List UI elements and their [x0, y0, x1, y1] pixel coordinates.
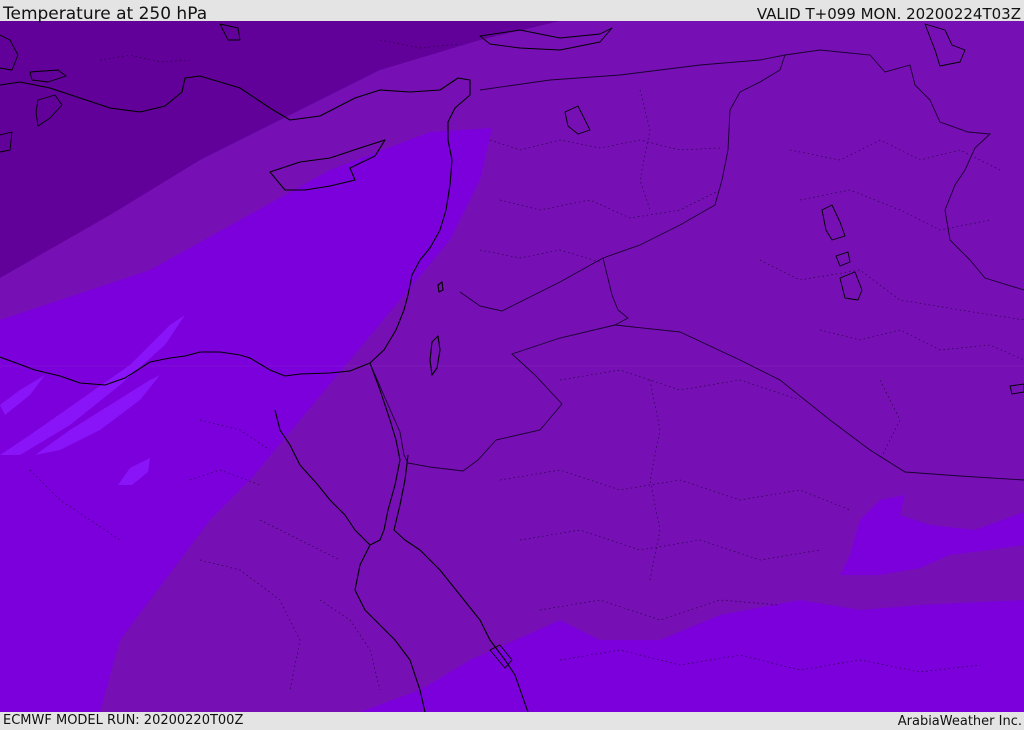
map-viewport[interactable] — [0, 21, 1024, 712]
temperature-map[interactable] — [0, 21, 1024, 712]
valid-time: VALID T+099 MON. 20200224T03Z — [756, 5, 1021, 23]
map-title: Temperature at 250 hPa — [3, 4, 208, 24]
model-run: ECMWF MODEL RUN: 20200220T00Z — [3, 713, 244, 728]
credit: ArabiaWeather Inc. — [897, 714, 1022, 729]
header-bar: Temperature at 250 hPa VALID T+099 MON. … — [0, 0, 1024, 24]
footer-bar: ECMWF MODEL RUN: 20200220T00Z ArabiaWeat… — [0, 712, 1024, 729]
